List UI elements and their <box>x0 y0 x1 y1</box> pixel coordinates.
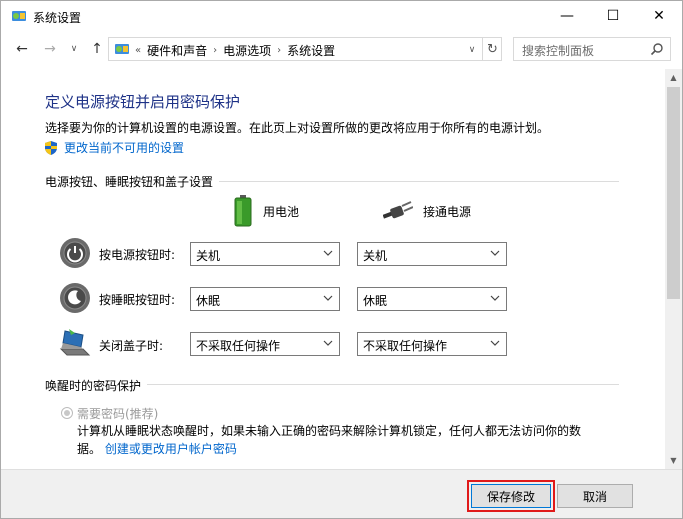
lid-close-plugged-select[interactable]: 不采取任何操作 <box>357 332 507 356</box>
password-description-prefix: 据。 <box>77 442 102 456</box>
power-section-title: 电源按钮、睡眠按钮和盖子设置 <box>45 173 220 190</box>
select-value: 不采取任何操作 <box>363 339 448 353</box>
chevron-down-icon <box>323 250 333 256</box>
select-value: 休眠 <box>363 294 388 308</box>
password-section-title: 唤醒时的密码保护 <box>45 377 148 394</box>
address-bar[interactable]: « 硬件和声音 › 电源选项 › 系统设置 ∨ ↻ <box>108 37 502 61</box>
chevron-right-icon[interactable]: › <box>213 45 217 56</box>
recent-locations-button[interactable]: ∨ <box>64 39 84 59</box>
select-value: 不采取任何操作 <box>196 339 281 353</box>
power-plug-icon <box>383 201 413 219</box>
address-dropdown-button[interactable]: ∨ <box>463 41 481 59</box>
require-password-label: 需要密码(推荐) <box>77 407 159 421</box>
power-button-label: 按电源按钮时: <box>99 248 176 262</box>
sleep-button-battery-select[interactable]: 休眠 <box>190 287 340 311</box>
battery-icon <box>234 195 252 227</box>
breadcrumb-item-hardware-sound[interactable]: 硬件和声音 <box>147 42 207 59</box>
lid-close-label: 关闭盖子时: <box>99 339 164 353</box>
page-description: 选择要为你的计算机设置的电源设置。在此页上对设置所做的更改将应用于你所有的电源计… <box>45 121 550 135</box>
main-content: 定义电源按钮并启用密码保护 选择要为你的计算机设置的电源设置。在此页上对设置所做… <box>1 69 665 469</box>
select-value: 关机 <box>363 249 388 263</box>
chevron-right-icon[interactable]: › <box>277 45 281 56</box>
lid-close-battery-select[interactable]: 不采取任何操作 <box>190 332 340 356</box>
power-button-icon <box>60 238 90 268</box>
forward-button[interactable]: → <box>40 39 60 59</box>
control-panel-icon <box>12 11 26 21</box>
scroll-down-arrow-icon[interactable]: ▼ <box>665 452 682 469</box>
breadcrumb-item-power-options[interactable]: 电源选项 <box>223 42 271 59</box>
close-button[interactable]: ✕ <box>636 1 682 31</box>
chevron-down-icon <box>490 250 500 256</box>
search-input[interactable]: 搜索控制面板 <box>513 37 671 61</box>
sleep-button-plugged-select[interactable]: 休眠 <box>357 287 507 311</box>
window-title: 系统设置 <box>33 11 82 25</box>
back-button[interactable]: ← <box>12 39 32 59</box>
laptop-lid-icon <box>59 329 91 356</box>
sleep-button-icon <box>60 283 90 313</box>
page-title: 定义电源按钮并启用密码保护 <box>45 93 241 111</box>
password-description-line2: 据。 创建或更改用户帐户密码 <box>77 440 617 458</box>
plugged-column-label: 接通电源 <box>423 204 472 219</box>
title-bar: 系统设置 — ☐ ✕ <box>1 1 682 31</box>
vertical-scrollbar[interactable]: ▲ ▼ <box>665 69 682 469</box>
breadcrumb-item-system-settings[interactable]: 系统设置 <box>287 42 335 59</box>
chevron-down-icon <box>323 295 333 301</box>
chevron-down-icon <box>323 340 333 346</box>
change-unavailable-settings-link[interactable]: 更改当前不可用的设置 <box>43 139 184 156</box>
plugged-column-header: 接通电源 <box>383 201 471 221</box>
create-change-password-link[interactable]: 创建或更改用户帐户密码 <box>105 442 237 456</box>
select-value: 休眠 <box>196 294 221 308</box>
require-password-radio[interactable] <box>61 407 73 419</box>
breadcrumb-overflow[interactable]: « <box>135 45 141 56</box>
scroll-up-arrow-icon[interactable]: ▲ <box>665 69 682 86</box>
cancel-button[interactable]: 取消 <box>557 484 633 508</box>
battery-column-label: 用电池 <box>263 204 300 219</box>
control-panel-window: 系统设置 — ☐ ✕ ← → ∨ ↑ « 硬件和声音 › 电源选项 › 系统设置… <box>0 0 683 519</box>
refresh-button[interactable]: ↻ <box>482 38 502 60</box>
search-icon[interactable] <box>650 42 664 56</box>
footer-bar: 保存修改 取消 <box>1 469 682 518</box>
password-description-line1: 计算机从睡眠状态唤醒时，如果未输入正确的密码来解除计算机锁定，任何人都无法访问你… <box>77 424 582 438</box>
search-placeholder: 搜索控制面板 <box>522 44 595 58</box>
password-description: 计算机从睡眠状态唤醒时，如果未输入正确的密码来解除计算机锁定，任何人都无法访问你… <box>77 422 617 458</box>
minimize-button[interactable]: — <box>544 1 590 31</box>
chevron-down-icon <box>490 295 500 301</box>
save-changes-button[interactable]: 保存修改 <box>467 480 555 512</box>
chevron-down-icon <box>490 340 500 346</box>
power-button-plugged-select[interactable]: 关机 <box>357 242 507 266</box>
battery-column-header: 用电池 <box>233 195 299 227</box>
power-button-battery-select[interactable]: 关机 <box>190 242 340 266</box>
sleep-button-label: 按睡眠按钮时: <box>99 293 176 307</box>
change-link-text[interactable]: 更改当前不可用的设置 <box>64 139 184 156</box>
maximize-button[interactable]: ☐ <box>590 1 636 31</box>
uac-shield-icon <box>45 140 57 155</box>
up-button[interactable]: ↑ <box>87 39 107 59</box>
breadcrumb: « 硬件和声音 › 电源选项 › 系统设置 <box>135 42 335 59</box>
select-value: 关机 <box>196 249 221 263</box>
control-panel-icon <box>115 44 129 54</box>
navigation-bar: ← → ∨ ↑ « 硬件和声音 › 电源选项 › 系统设置 ∨ ↻ 搜索控制面板 <box>1 35 682 63</box>
scroll-thumb[interactable] <box>667 87 680 299</box>
